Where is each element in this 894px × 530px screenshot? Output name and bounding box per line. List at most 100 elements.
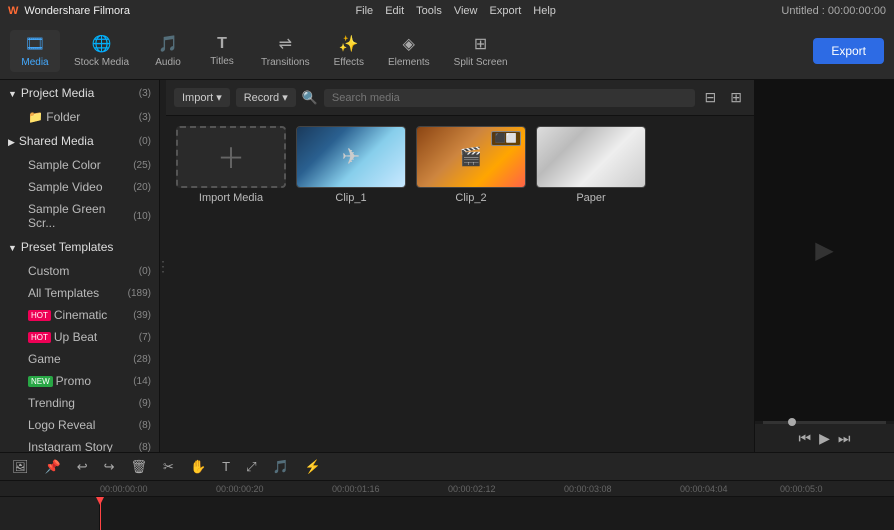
audio-label: Audio <box>155 57 181 68</box>
prev-play-button[interactable]: ▶ <box>819 430 830 447</box>
menu-file[interactable]: File <box>355 5 373 17</box>
clip1-thumb <box>296 126 406 188</box>
sidebar-item-game[interactable]: Game (28) <box>0 348 159 370</box>
paper-item[interactable]: Paper <box>536 126 646 204</box>
cut-button[interactable]: ✂ <box>159 457 178 477</box>
import-media-label: Import Media <box>199 192 263 204</box>
delete-button[interactable]: 🗑 <box>127 457 152 477</box>
split-screen-icon: ⊞ <box>474 34 487 54</box>
grid-view-icon[interactable]: ⊞ <box>726 87 746 108</box>
preview-placeholder-icon: ▶ <box>815 236 833 265</box>
chevron-right-icon: ▶ <box>8 137 15 147</box>
progress-indicator <box>788 418 796 426</box>
audio-tool-button[interactable]: 🎵 <box>268 457 292 477</box>
clip2-label: Clip_2 <box>455 192 486 204</box>
transform-button[interactable]: ⤢ <box>242 457 260 477</box>
content-area: Import ▾ Record ▾ 🔍 ⊟ ⊞ ＋ Import Media <box>166 80 754 452</box>
sidebar-item-sample-color[interactable]: Sample Color (25) <box>0 154 159 176</box>
ruler-mark-4: 00:00:03:08 <box>564 484 612 494</box>
elements-icon: ◈ <box>403 34 415 54</box>
tool-audio[interactable]: 🎵 Audio <box>143 30 193 72</box>
timeline-clips[interactable] <box>100 497 894 530</box>
sidebar-item-all-templates[interactable]: All Templates (189) <box>0 282 159 304</box>
sidebar-item-folder[interactable]: 📁 Folder (3) <box>0 106 159 128</box>
menu-export[interactable]: Export <box>490 5 522 17</box>
stock-media-label: Stock Media <box>74 57 129 68</box>
speed-button[interactable]: ⚡ <box>301 457 325 477</box>
menu-help[interactable]: Help <box>533 5 556 17</box>
text-tool-button[interactable]: T <box>218 457 234 476</box>
playhead <box>100 497 101 530</box>
ruler-mark-5: 00:00:04:04 <box>680 484 728 494</box>
sidebar-item-trending[interactable]: Trending (9) <box>0 392 159 414</box>
hot-badge-cinematic: HOT <box>28 310 51 321</box>
window-title: Untitled : 00:00:00:00 <box>781 5 886 17</box>
ruler-mark-6: 00:00:05:0 <box>780 484 823 494</box>
import-button[interactable]: Import ▾ <box>174 88 230 107</box>
import-media-item[interactable]: ＋ Import Media <box>176 126 286 204</box>
sidebar-section-shared-media[interactable]: ▶Shared Media (0) <box>0 128 159 154</box>
sidebar-item-sample-green[interactable]: Sample Green Scr... (10) <box>0 198 159 234</box>
timeline-ruler: 00:00:00:00 00:00:00:20 00:00:01:16 00:0… <box>0 481 894 497</box>
media-label: Media <box>21 57 48 68</box>
sidebar-item-custom[interactable]: Custom (0) <box>0 260 159 282</box>
search-icon: 🔍 <box>302 90 318 106</box>
undo-button[interactable]: ↩ <box>73 457 92 477</box>
filter-icon[interactable]: ⊟ <box>701 87 721 108</box>
record-label: Record <box>244 92 279 104</box>
redo-button[interactable]: ↪ <box>100 457 119 477</box>
plus-icon: ＋ <box>217 137 245 177</box>
titles-label: Titles <box>210 56 234 67</box>
sidebar-item-up-beat[interactable]: HOTUp Beat (7) <box>0 326 159 348</box>
search-input[interactable] <box>324 89 695 107</box>
tool-split-screen[interactable]: ⊞ Split Screen <box>444 30 518 72</box>
import-thumb[interactable]: ＋ <box>176 126 286 188</box>
ruler-mark-3: 00:00:02:12 <box>448 484 496 494</box>
timeline-labels <box>0 497 100 530</box>
tool-titles[interactable]: T Titles <box>197 31 247 71</box>
export-button[interactable]: Export <box>813 38 884 64</box>
timeline-track: 00:00:00:00 00:00:00:20 00:00:01:16 00:0… <box>0 481 894 530</box>
sidebar-section-project-media[interactable]: ▼Project Media (3) <box>0 80 159 106</box>
record-button[interactable]: Record ▾ <box>236 88 296 107</box>
prev-skip-forward-button[interactable]: ⏭ <box>838 430 851 447</box>
menu-tools[interactable]: Tools <box>416 5 442 17</box>
clip2-thumb: ⬛⬜ <box>416 126 526 188</box>
sidebar-item-logo-reveal[interactable]: Logo Reveal (8) <box>0 414 159 436</box>
add-media-button[interactable]: 🖼 <box>8 457 33 477</box>
sidebar: ▼Project Media (3) 📁 Folder (3) ▶Shared … <box>0 80 160 452</box>
tool-media[interactable]: 🎞 Media <box>10 30 60 72</box>
clip2-item[interactable]: ⬛⬜ Clip_2 <box>416 126 526 204</box>
tool-stock-media[interactable]: 🌐 Stock Media <box>64 30 139 72</box>
sidebar-item-instagram-story[interactable]: Instagram Story (8) <box>0 436 159 452</box>
sidebar-item-cinematic[interactable]: HOTCinematic (39) <box>0 304 159 326</box>
sidebar-item-promo[interactable]: NEWPromo (14) <box>0 370 159 392</box>
import-label: Import <box>182 92 213 104</box>
content-toolbar: Import ▾ Record ▾ 🔍 ⊟ ⊞ <box>166 80 754 116</box>
tool-effects[interactable]: ✨ Effects <box>324 30 374 72</box>
import-chevron-icon: ▾ <box>216 91 222 104</box>
paper-preview <box>537 127 645 187</box>
stock-media-icon: 🌐 <box>92 34 112 54</box>
top-bar: W Wondershare Filmora File Edit Tools Vi… <box>0 0 894 22</box>
audio-icon: 🎵 <box>158 34 178 54</box>
prev-skip-back-button[interactable]: ⏮ <box>799 430 812 447</box>
media-grid: ＋ Import Media Clip_1 ⬛⬜ Clip_2 <box>166 116 754 452</box>
tool-transitions[interactable]: ⇌ Transitions <box>251 30 320 72</box>
ruler-mark-1: 00:00:00:20 <box>216 484 264 494</box>
tool-elements[interactable]: ◈ Elements <box>378 30 440 72</box>
clip2-badge: ⬛⬜ <box>491 131 521 146</box>
hand-tool-button[interactable]: ✋ <box>186 457 210 477</box>
effects-label: Effects <box>334 57 364 68</box>
paper-thumb <box>536 126 646 188</box>
preview-progress-bar[interactable] <box>763 421 886 424</box>
menu-view[interactable]: View <box>454 5 478 17</box>
sidebar-item-sample-video[interactable]: Sample Video (20) <box>0 176 159 198</box>
clip1-item[interactable]: Clip_1 <box>296 126 406 204</box>
main-area: ▼Project Media (3) 📁 Folder (3) ▶Shared … <box>0 80 894 452</box>
sidebar-section-preset-templates[interactable]: ▼Preset Templates <box>0 234 159 260</box>
clip1-label: Clip_1 <box>335 192 366 204</box>
pin-button[interactable]: 📌 <box>41 457 65 477</box>
clip1-preview <box>297 127 405 187</box>
menu-edit[interactable]: Edit <box>385 5 404 17</box>
